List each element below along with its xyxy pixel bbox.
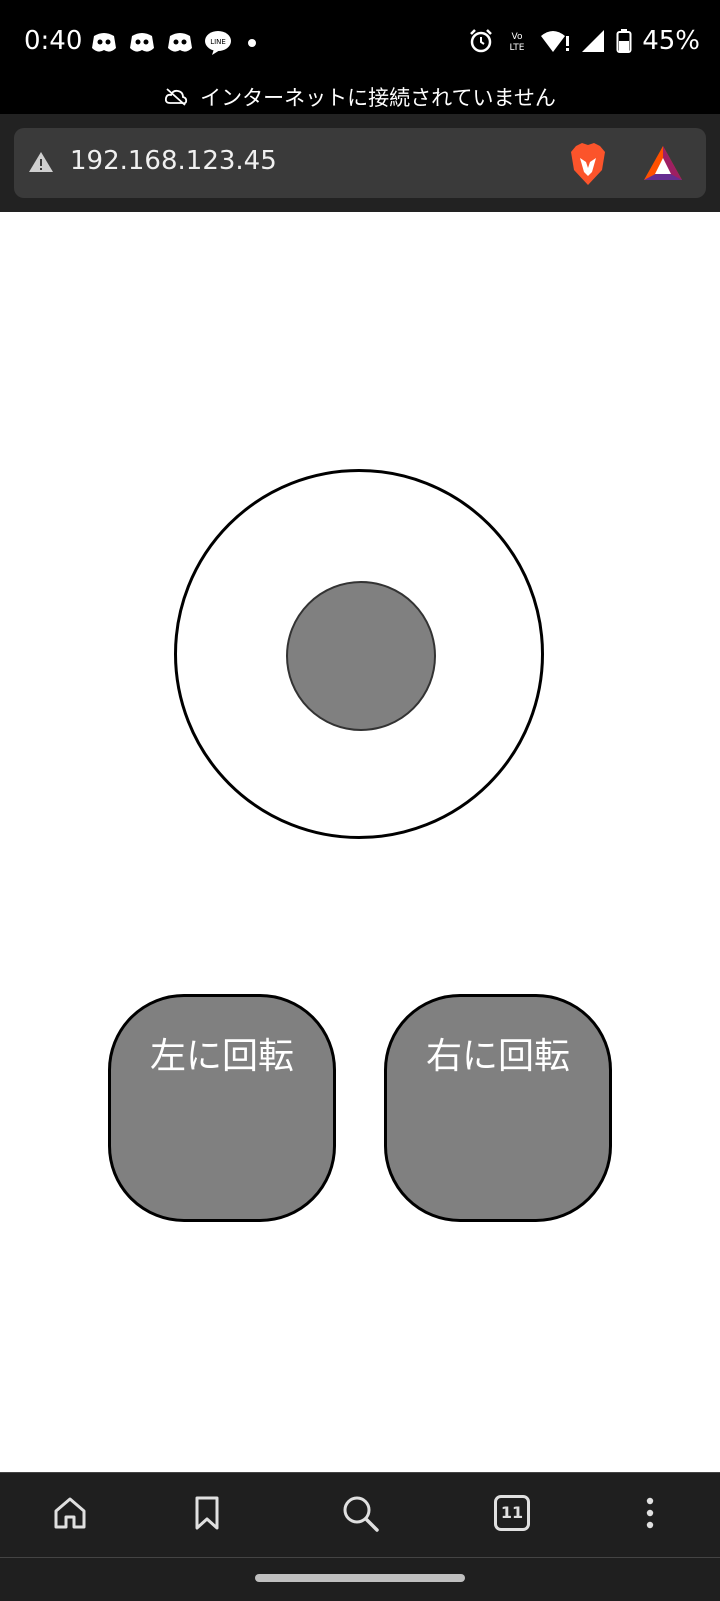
- svg-text:Vo: Vo: [512, 32, 523, 42]
- brave-shields-icon[interactable]: [568, 142, 608, 186]
- address-bar[interactable]: 192.168.123.45: [14, 128, 706, 198]
- wifi-icon: [541, 31, 570, 52]
- offline-banner: インターネットに接続されていません: [0, 80, 720, 114]
- discord-icon: [168, 33, 192, 52]
- warning-icon[interactable]: [28, 150, 54, 174]
- system-icons: Vo LTE 45%: [468, 26, 700, 56]
- gesture-handle[interactable]: [255, 1574, 465, 1582]
- tabs-icon[interactable]: 11: [494, 1495, 530, 1531]
- line-icon: LINE: [205, 31, 231, 55]
- url-text[interactable]: 192.168.123.45: [70, 146, 277, 176]
- notification-icons: LINE: [90, 30, 262, 56]
- status-time: 0:40: [24, 26, 83, 56]
- rotate-left-button[interactable]: 左に回転: [108, 994, 336, 1222]
- search-icon[interactable]: [342, 1495, 380, 1533]
- svg-text:LINE: LINE: [210, 38, 226, 46]
- battery-icon: [616, 29, 632, 53]
- volte-icon: VoLTE: [510, 32, 525, 53]
- cloud-off-icon: [165, 88, 188, 106]
- svg-text:LTE: LTE: [510, 43, 525, 53]
- bookmark-icon[interactable]: [192, 1495, 222, 1531]
- joystick-knob[interactable]: [286, 581, 436, 731]
- status-bar: 0:40 LINE Vo LTE 45%: [0, 0, 720, 86]
- nav-divider: [0, 1557, 720, 1558]
- tabs-count: 11: [500, 1503, 524, 1522]
- discord-icon: [92, 33, 116, 52]
- alarm-icon: [470, 29, 493, 53]
- home-icon[interactable]: [52, 1495, 88, 1531]
- rotate-right-button[interactable]: 右に回転: [384, 994, 612, 1222]
- battery-percent: 45%: [642, 26, 700, 56]
- brave-rewards-icon[interactable]: [642, 144, 684, 182]
- discord-icon: [130, 33, 154, 52]
- browser-toolbar: 192.168.123.45: [0, 114, 720, 212]
- signal-icon: [582, 30, 605, 52]
- offline-text: インターネットに接続されていません: [200, 86, 556, 110]
- dot-icon: [248, 39, 256, 47]
- more-icon[interactable]: [642, 1495, 658, 1531]
